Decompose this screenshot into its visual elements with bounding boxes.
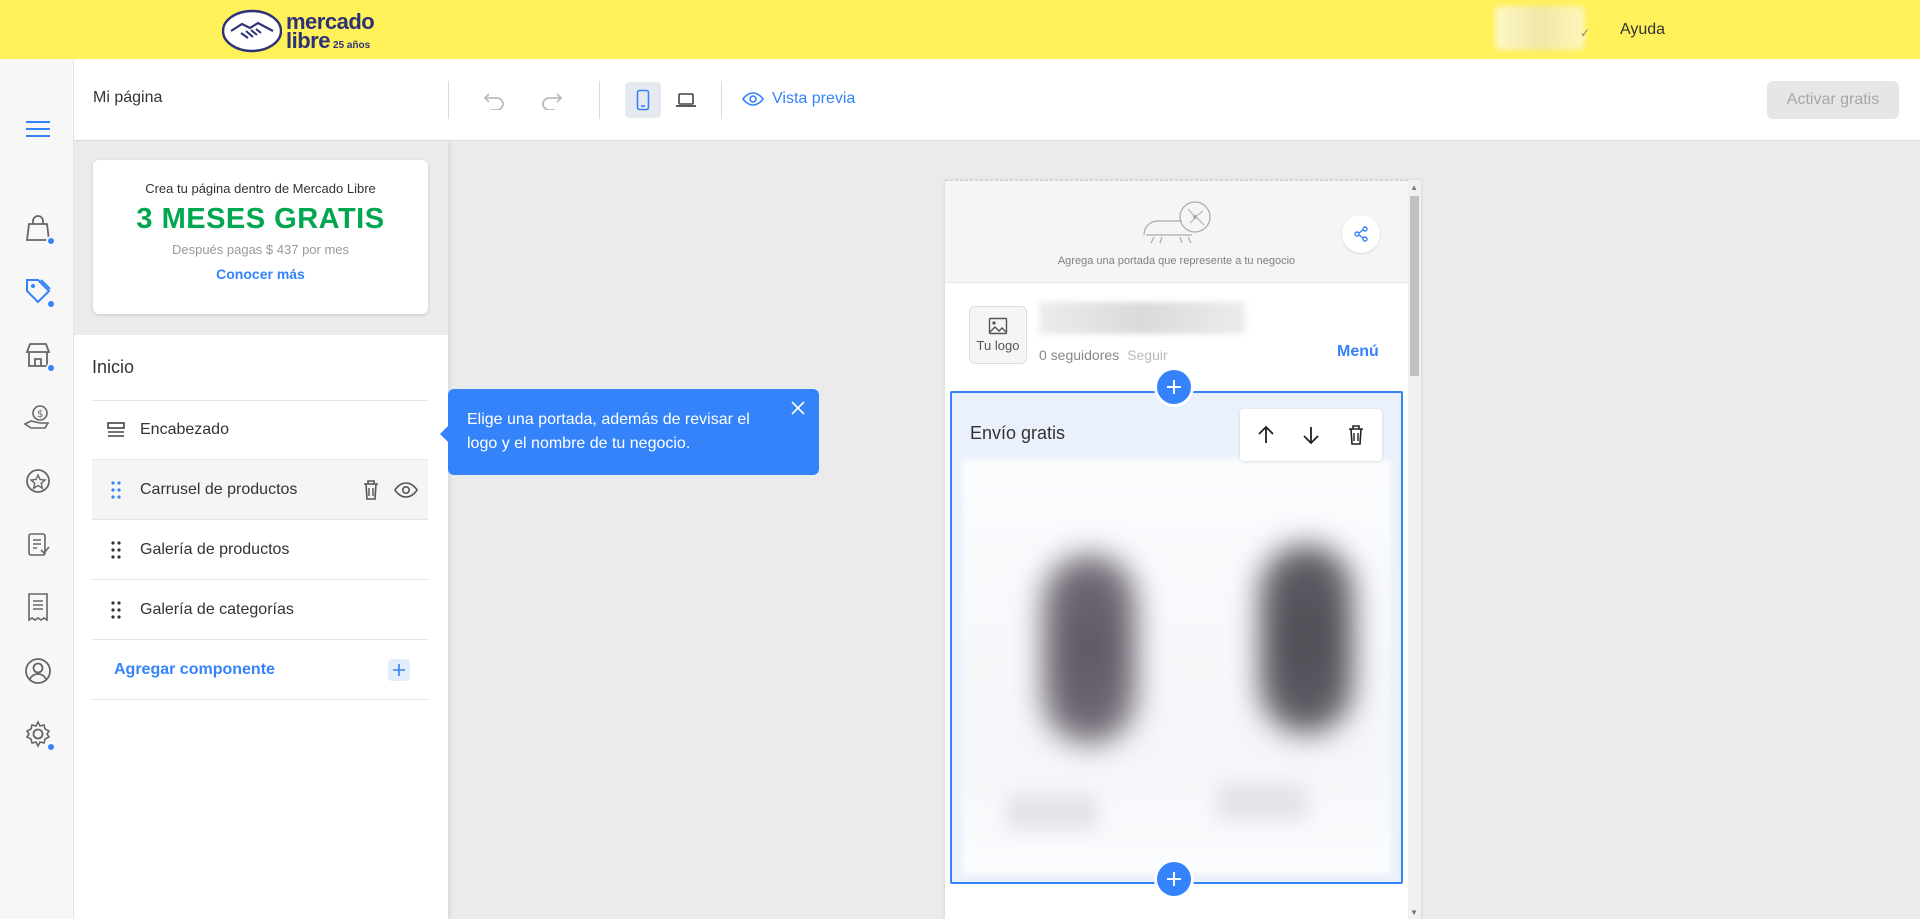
eye-icon <box>742 92 764 106</box>
trash-icon[interactable] <box>362 479 380 501</box>
component-label: Carrusel de productos <box>140 480 298 498</box>
promo-area: Crea tu página dentro de Mercado Libre 3… <box>74 141 448 335</box>
trash-icon[interactable] <box>1347 424 1365 446</box>
mobile-view-icon[interactable] <box>625 82 661 118</box>
follow-link[interactable]: Seguir <box>1127 347 1167 363</box>
preview-button[interactable]: Vista previa <box>742 90 855 108</box>
cover-placeholder[interactable]: Agrega una portada que represente a tu n… <box>945 180 1408 283</box>
followers-line: 0 seguidores Seguir <box>1039 347 1168 363</box>
share-icon[interactable] <box>1342 215 1380 253</box>
drag-handle-icon[interactable] <box>111 480 121 500</box>
cover-hint: Agrega una portada que represente a tu n… <box>1057 255 1296 267</box>
component-label: Encabezado <box>140 421 229 438</box>
desktop-view-icon[interactable] <box>668 82 704 118</box>
component-label: Galería de categorías <box>140 600 294 618</box>
notification-dot <box>46 742 56 752</box>
component-item-carousel[interactable]: Carrusel de productos <box>92 460 428 520</box>
toolbar-divider <box>721 81 722 119</box>
top-header: mercado libre 25 años ✓ Ayuda <box>0 0 1920 59</box>
component-item-header[interactable]: Encabezado <box>92 400 428 460</box>
brand-badge: 25 años <box>332 39 371 51</box>
brand-line2: libre <box>286 27 330 53</box>
user-icon[interactable] <box>20 653 56 689</box>
editor-toolbar: Mi página Vista previa Activar gratis <box>74 59 1920 141</box>
undo-icon[interactable] <box>476 82 512 118</box>
notification-dot <box>46 236 56 246</box>
carousel-title: Envío gratis <box>970 423 1066 443</box>
notification-dot <box>46 363 56 373</box>
add-section-above-icon[interactable] <box>1157 370 1191 404</box>
activate-free-button[interactable]: Activar gratis <box>1767 81 1899 119</box>
preview-scrollbar[interactable]: ▲ ▼ <box>1408 180 1421 919</box>
add-component-button[interactable]: Agregar componente <box>92 640 428 700</box>
add-section-below-icon[interactable] <box>1157 862 1191 896</box>
close-icon[interactable] <box>789 399 807 417</box>
shop-header: Tu logo 0 seguidores Seguir Menú <box>945 283 1408 368</box>
handshake-logo-icon <box>222 9 282 53</box>
eye-icon[interactable] <box>394 482 418 498</box>
toolbar-divider <box>448 81 449 119</box>
menu-icon[interactable] <box>20 111 56 147</box>
chevron-down-icon[interactable]: ✓ <box>1580 26 1590 40</box>
product-image-blurred <box>1259 544 1354 734</box>
image-icon <box>988 317 1008 335</box>
tooltip-text: Elige una portada, además de revisar el … <box>467 411 750 452</box>
promo-card: Crea tu página dentro de Mercado Libre 3… <box>93 160 428 314</box>
user-menu-blurred[interactable] <box>1495 6 1585 50</box>
drag-handle-icon[interactable] <box>111 600 121 620</box>
learn-more-link[interactable]: Conocer más <box>216 266 305 282</box>
component-label: Galería de productos <box>140 540 290 558</box>
receipt-icon[interactable] <box>20 589 56 625</box>
toolbar-divider <box>599 81 600 119</box>
tag-icon[interactable] <box>20 273 56 309</box>
scroll-thumb[interactable] <box>1410 196 1419 376</box>
help-link[interactable]: Ayuda <box>1620 21 1665 39</box>
promo-price-note: Después pagas $ 437 por mes <box>171 242 350 257</box>
hand-money-icon[interactable]: $ <box>20 400 56 436</box>
shopping-bag-icon[interactable] <box>20 210 56 246</box>
header-layout-icon <box>107 422 125 437</box>
move-down-icon[interactable] <box>1302 425 1320 445</box>
promo-subtitle: Crea tu página dentro de Mercado Libre <box>145 181 376 196</box>
left-nav-rail: $ <box>0 59 74 919</box>
product-carousel-block[interactable]: Envío gratis <box>950 391 1403 884</box>
shop-name-blurred <box>1039 302 1245 334</box>
redo-icon[interactable] <box>534 82 570 118</box>
onboarding-tooltip: Elige una portada, además de revisar el … <box>440 389 819 475</box>
preview-label: Vista previa <box>772 90 856 107</box>
add-component-label: Agregar componente <box>114 660 275 678</box>
section-title: Inicio <box>92 357 135 377</box>
settings-icon[interactable] <box>20 716 56 752</box>
drag-handle-icon[interactable] <box>111 540 121 560</box>
product-info-blurred <box>1007 794 1097 830</box>
logo-label: Tu logo <box>976 338 1020 353</box>
promo-headline: 3 MESES GRATIS <box>136 203 385 235</box>
plus-icon[interactable] <box>388 658 410 681</box>
star-badge-icon[interactable] <box>20 463 56 499</box>
logo-upload[interactable]: Tu logo <box>969 306 1027 364</box>
clipboard-icon[interactable] <box>20 526 56 562</box>
move-up-icon[interactable] <box>1257 425 1275 445</box>
block-actions <box>1240 409 1382 461</box>
cover-illustration-icon <box>1143 201 1211 244</box>
menu-link[interactable]: Menú <box>1337 343 1379 361</box>
component-item-product-gallery[interactable]: Galería de productos <box>92 520 428 580</box>
mercado-libre-logo[interactable]: mercado libre 25 años <box>222 9 375 53</box>
product-info-blurred <box>1217 784 1307 820</box>
components-panel: Crea tu página dentro de Mercado Libre 3… <box>74 141 448 919</box>
store-icon[interactable] <box>20 337 56 373</box>
component-item-category-gallery[interactable]: Galería de categorías <box>92 580 428 640</box>
notification-dot <box>46 299 56 309</box>
page-title: Mi página <box>93 89 163 106</box>
component-list: Encabezado Carrusel de productos Galería… <box>92 400 428 700</box>
product-image-blurred <box>1042 554 1137 744</box>
mobile-preview-canvas: Agrega una portada que represente a tu n… <box>945 180 1421 919</box>
svg-text:$: $ <box>37 409 43 420</box>
carousel-products-blurred <box>962 459 1391 874</box>
followers-count: 0 seguidores <box>1039 347 1120 363</box>
scroll-down-icon[interactable]: ▼ <box>1410 908 1418 917</box>
scroll-up-icon[interactable]: ▲ <box>1410 183 1418 192</box>
